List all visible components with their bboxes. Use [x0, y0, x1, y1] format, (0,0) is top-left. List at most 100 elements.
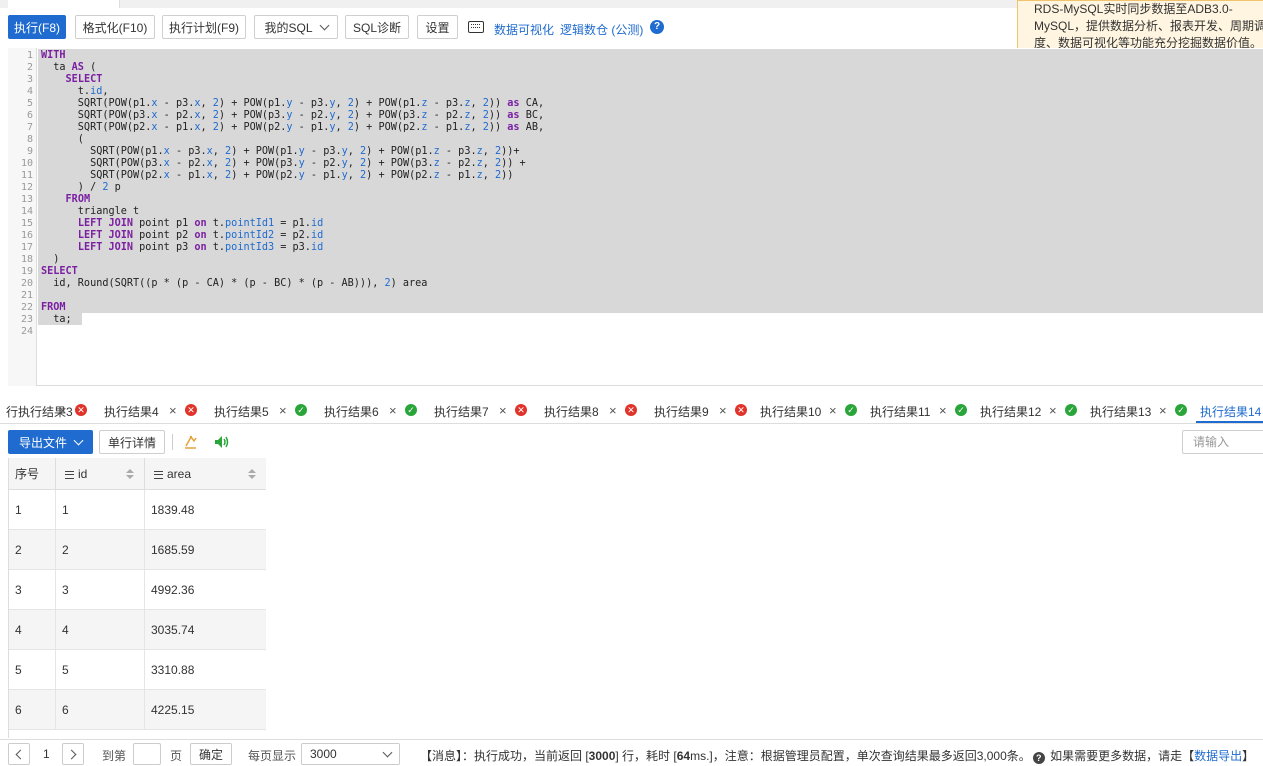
- close-icon[interactable]: ×: [499, 403, 507, 418]
- close-icon[interactable]: ×: [1159, 403, 1167, 418]
- table-row[interactable]: 2 2 1685.59: [9, 530, 266, 570]
- result-tabs: 行执行结果3 × ✕ 执行结果4 × ✕ 执行结果5 × ✓ 执行结果6 × ✓…: [0, 398, 1263, 424]
- tab-result-14[interactable]: 执行结果14: [1200, 403, 1261, 419]
- code-line[interactable]: FROM: [41, 302, 66, 314]
- tab-result-5[interactable]: 执行结果5: [214, 403, 269, 419]
- keyboard-icon[interactable]: [468, 21, 484, 33]
- goto-label: 到第: [102, 749, 127, 763]
- code-line[interactable]: LEFT JOIN point p1 on t.pointId1 = p1.id: [41, 218, 323, 230]
- code-line[interactable]: (: [41, 134, 84, 146]
- export-file-dropdown[interactable]: 导出文件: [8, 430, 93, 454]
- line-number: 6: [26, 110, 33, 121]
- per-page-select[interactable]: 3000: [301, 743, 400, 765]
- tab-result-8[interactable]: 执行结果8: [544, 403, 599, 419]
- table-row[interactable]: 5 5 3310.88: [9, 650, 266, 690]
- help-icon[interactable]: ?: [1032, 752, 1045, 764]
- code-line[interactable]: ) / 2 p: [41, 182, 121, 194]
- close-icon[interactable]: ×: [609, 403, 617, 418]
- code-line[interactable]: SQRT(POW(p3.x - p2.x, 2) + POW(p3.y - p2…: [41, 110, 544, 122]
- table-row[interactable]: 6 6 4225.15: [9, 690, 266, 730]
- line-number-gutter: 1 2 3 4 5 6 7 8 9 10 11 12 13 14 15 16 1…: [8, 48, 37, 386]
- line-number: 12: [20, 182, 33, 193]
- logic-warehouse-link[interactable]: 逻辑数仓 (公测): [560, 21, 643, 38]
- data-visualization-link[interactable]: 数据可视化: [494, 21, 554, 38]
- confirm-button[interactable]: 确定: [190, 743, 232, 765]
- tab-result-10[interactable]: 执行结果10: [760, 403, 821, 419]
- code-line[interactable]: id, Round(SQRT((p * (p - CA) * (p - BC) …: [41, 278, 427, 290]
- message-time: 64: [676, 749, 691, 763]
- format-button[interactable]: 格式化(F10): [75, 15, 155, 39]
- execution-plan-button[interactable]: 执行计划(F9): [162, 15, 246, 39]
- table-row[interactable]: [9, 730, 266, 738]
- code-line[interactable]: LEFT JOIN point p3 on t.pointId3 = p3.id: [41, 242, 323, 254]
- next-page-button[interactable]: [62, 743, 84, 765]
- prev-page-button[interactable]: [8, 743, 30, 765]
- table-row[interactable]: 3 3 4992.36: [9, 570, 266, 610]
- chart-icon[interactable]: [182, 433, 200, 451]
- close-icon[interactable]: ×: [1049, 403, 1057, 418]
- code-line[interactable]: SQRT(POW(p3.x - p2.x, 2) + POW(p3.y - p2…: [41, 158, 526, 170]
- top-tab-active[interactable]: [8, 0, 120, 8]
- code-line[interactable]: ): [41, 254, 59, 266]
- table-row[interactable]: 4 4 3035.74: [9, 610, 266, 650]
- close-icon[interactable]: ×: [939, 403, 947, 418]
- tab-result-12[interactable]: 执行结果12: [980, 403, 1041, 419]
- code-line[interactable]: SQRT(POW(p1.x - p3.x, 2) + POW(p1.y - p3…: [41, 98, 544, 110]
- result-search-input[interactable]: [1182, 430, 1263, 454]
- my-sql-dropdown[interactable]: 我的SQL: [254, 15, 338, 39]
- table-row[interactable]: 1 1 1839.48: [9, 490, 266, 530]
- tab-result-6[interactable]: 执行结果6: [324, 403, 379, 419]
- column-header-area[interactable]: area: [145, 458, 266, 490]
- goto-page-input[interactable]: [133, 743, 161, 765]
- close-icon[interactable]: ×: [169, 403, 177, 418]
- code-line[interactable]: triangle t: [41, 206, 139, 218]
- error-icon: ✕: [735, 404, 747, 416]
- line-number: 14: [20, 206, 33, 217]
- message-mid: ] 行，耗时 [: [615, 749, 677, 763]
- code-line[interactable]: LEFT JOIN point p2 on t.pointId2 = p2.id: [41, 230, 323, 242]
- grid-header: 序号 id area: [9, 458, 266, 490]
- active-tab-indicator: [1196, 421, 1263, 423]
- close-icon[interactable]: ×: [829, 403, 837, 418]
- close-icon[interactable]: ×: [59, 403, 67, 418]
- sort-icon[interactable]: [248, 469, 256, 480]
- line-number: 17: [20, 242, 33, 253]
- line-number: 10: [20, 158, 33, 169]
- data-export-link[interactable]: 数据导出: [1194, 749, 1242, 763]
- tab-result-9[interactable]: 执行结果9: [654, 403, 709, 419]
- tab-result-7[interactable]: 执行结果7: [434, 403, 489, 419]
- code-line[interactable]: SQRT(POW(p2.x - p1.x, 2) + POW(p2.y - p1…: [41, 170, 513, 182]
- tab-result-13[interactable]: 执行结果13: [1090, 403, 1151, 419]
- code-line[interactable]: FROM: [41, 194, 91, 206]
- tab-result-11[interactable]: 执行结果11: [870, 403, 930, 419]
- cell-id: 4: [56, 610, 145, 650]
- tab-result-4[interactable]: 执行结果4: [104, 403, 159, 419]
- help-icon[interactable]: ?: [650, 20, 664, 34]
- code-line[interactable]: SELECT: [41, 266, 78, 278]
- code-line[interactable]: ta;: [41, 314, 71, 326]
- code-line[interactable]: SQRT(POW(p1.x - p3.x, 2) + POW(p1.y - p3…: [41, 146, 520, 158]
- code-line[interactable]: SQRT(POW(p2.x - p1.x, 2) + POW(p2.y - p1…: [41, 122, 544, 134]
- code-line[interactable]: SELECT: [41, 74, 103, 86]
- result-toolbar: 导出文件 单行详情: [0, 430, 1263, 456]
- speaker-icon[interactable]: [213, 433, 231, 451]
- column-header-id[interactable]: id: [56, 458, 145, 490]
- execute-button[interactable]: 执行(F8): [8, 15, 66, 39]
- close-icon[interactable]: ×: [279, 403, 287, 418]
- close-icon[interactable]: ×: [389, 403, 397, 418]
- settings-button[interactable]: 设置: [417, 15, 458, 39]
- sort-icon[interactable]: [126, 469, 134, 480]
- cell-id: 5: [56, 650, 145, 690]
- sql-diagnose-button[interactable]: SQL诊断: [345, 15, 409, 39]
- page-unit-label: 页: [170, 749, 183, 763]
- code-line[interactable]: ta AS (: [41, 62, 96, 74]
- per-page-label: 每页显示: [248, 749, 297, 763]
- row-detail-button[interactable]: 单行详情: [99, 430, 165, 454]
- close-icon[interactable]: ×: [719, 403, 727, 418]
- line-number: 9: [26, 146, 33, 157]
- code-line[interactable]: WITH: [41, 50, 66, 62]
- column-header-index[interactable]: 序号: [9, 458, 56, 490]
- cell-area: 4992.36: [145, 570, 266, 610]
- sql-editor[interactable]: 1 2 3 4 5 6 7 8 9 10 11 12 13 14 15 16 1…: [8, 48, 1263, 386]
- code-line[interactable]: t.id,: [41, 86, 109, 98]
